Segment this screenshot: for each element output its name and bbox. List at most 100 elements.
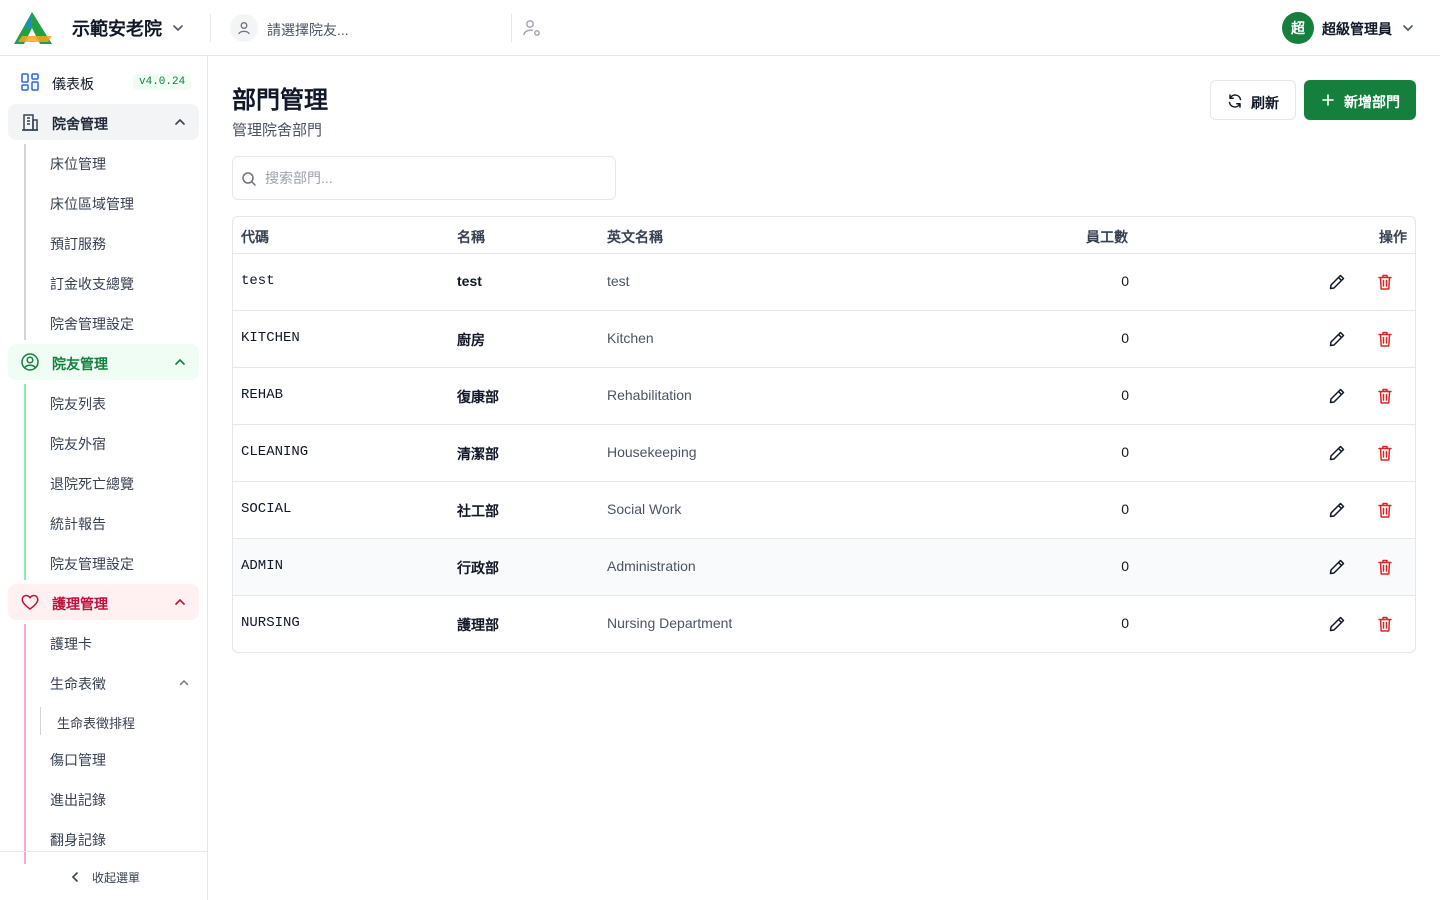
sidebar-group-residents[interactable]: 院友管理 xyxy=(8,344,199,380)
sidebar-item-resident-outing[interactable]: 院友外宿 xyxy=(50,434,106,454)
logo-icon xyxy=(14,12,52,44)
edit-icon[interactable] xyxy=(1327,500,1347,520)
group-line xyxy=(24,144,26,340)
edit-icon[interactable] xyxy=(1327,272,1347,292)
sidebar-item-bed-management[interactable]: 床位管理 xyxy=(50,154,106,174)
column-header-name: 名稱 xyxy=(457,229,485,245)
sidebar-item-care-card[interactable]: 護理卡 xyxy=(50,634,92,654)
sidebar-item-dashboard[interactable]: 儀表板 v4.0.24 xyxy=(8,64,199,100)
cell-staff-count: 0 xyxy=(1121,330,1129,346)
cell-english-name: test xyxy=(607,273,630,289)
collapse-label: 收起選單 xyxy=(92,871,141,885)
cell-name: 社工部 xyxy=(457,503,499,519)
cell-name: 復康部 xyxy=(457,389,499,405)
user-circle-icon xyxy=(21,353,39,371)
table-header: 代碼 名稱 英文名稱 員工數 操作 xyxy=(233,217,1415,254)
edit-icon[interactable] xyxy=(1327,329,1347,349)
delete-icon[interactable] xyxy=(1375,386,1395,406)
sidebar-item-deposit[interactable]: 訂金收支總覽 xyxy=(50,274,134,294)
cell-staff-count: 0 xyxy=(1121,444,1129,460)
chevron-up-icon xyxy=(175,598,185,605)
column-header-staff-count: 員工數 xyxy=(1086,229,1128,245)
cell-code: CLEANING xyxy=(241,444,309,460)
cell-code: SOCIAL xyxy=(241,501,292,517)
chevron-down-icon[interactable] xyxy=(171,21,185,35)
group-line xyxy=(24,624,26,864)
table-row[interactable]: REHAB 復康部 Rehabilitation 0 xyxy=(233,368,1415,425)
sidebar-item-turning[interactable]: 翻身記錄 xyxy=(50,830,106,850)
edit-icon[interactable] xyxy=(1327,614,1347,634)
table-row[interactable]: SOCIAL 社工部 Social Work 0 xyxy=(233,482,1415,539)
cell-code: REHAB xyxy=(241,387,284,403)
delete-icon[interactable] xyxy=(1375,614,1395,634)
building-icon xyxy=(22,114,38,131)
table-row[interactable]: test test test 0 xyxy=(233,254,1415,311)
org-name[interactable]: 示範安老院 xyxy=(72,15,162,41)
chevron-down-icon[interactable] xyxy=(1401,21,1415,35)
resident-select-placeholder: 請選擇院友... xyxy=(267,22,349,38)
sidebar: 儀表板 v4.0.24 院舍管理 床位管理 床位區域管理 預訂服務 訂金收支總覽… xyxy=(0,56,208,900)
sidebar-item-resident-settings[interactable]: 院友管理設定 xyxy=(50,554,134,574)
dashboard-icon xyxy=(21,73,39,91)
user-settings-icon[interactable] xyxy=(522,18,542,38)
cell-english-name: Administration xyxy=(607,558,696,574)
delete-icon[interactable] xyxy=(1375,443,1395,463)
cell-english-name: Nursing Department xyxy=(607,615,733,631)
chevron-left-icon xyxy=(71,872,78,882)
edit-icon[interactable] xyxy=(1327,443,1347,463)
edit-icon[interactable] xyxy=(1327,386,1347,406)
divider xyxy=(210,14,211,42)
sidebar-item-label: 生命表徵 xyxy=(50,676,106,692)
page-title: 部門管理 xyxy=(232,87,328,114)
column-header-code: 代碼 xyxy=(241,229,269,245)
sidebar-item-facility-settings[interactable]: 院舍管理設定 xyxy=(50,314,134,334)
sidebar-item-discharge[interactable]: 退院死亡總覽 xyxy=(50,474,134,494)
cell-name: 廚房 xyxy=(457,332,485,348)
delete-icon[interactable] xyxy=(1375,557,1395,577)
sidebar-item-bed-area[interactable]: 床位區域管理 xyxy=(50,194,134,214)
top-bar: 示範安老院 請選擇院友... 超 超級管理員 xyxy=(0,0,1440,56)
sidebar-item-label: 儀表板 xyxy=(52,76,94,92)
resident-select[interactable]: 請選擇院友... xyxy=(230,13,510,43)
edit-icon[interactable] xyxy=(1327,557,1347,577)
cell-code: ADMIN xyxy=(241,558,284,574)
user-name[interactable]: 超級管理員 xyxy=(1322,19,1392,39)
table-row[interactable]: CLEANING 清潔部 Housekeeping 0 xyxy=(233,425,1415,482)
cell-english-name: Housekeeping xyxy=(607,444,697,460)
cell-name: 清潔部 xyxy=(457,446,499,462)
sidebar-item-wound[interactable]: 傷口管理 xyxy=(50,750,106,770)
refresh-label: 刷新 xyxy=(1251,95,1279,111)
group-line xyxy=(24,384,26,580)
cell-name: 護理部 xyxy=(457,617,499,633)
delete-icon[interactable] xyxy=(1375,329,1395,349)
refresh-icon xyxy=(1228,94,1242,108)
delete-icon[interactable] xyxy=(1375,272,1395,292)
table-row[interactable]: NURSING 護理部 Nursing Department 0 xyxy=(233,596,1415,652)
cell-english-name: Social Work xyxy=(607,501,682,517)
chevron-up-icon xyxy=(175,358,185,365)
sidebar-item-booking[interactable]: 預訂服務 xyxy=(50,234,106,254)
avatar[interactable]: 超 xyxy=(1282,12,1314,44)
search-box[interactable] xyxy=(232,156,616,200)
table-row[interactable]: KITCHEN 廚房 Kitchen 0 xyxy=(233,311,1415,368)
delete-icon[interactable] xyxy=(1375,500,1395,520)
sidebar-item-vital-schedule[interactable]: 生命表徵排程 xyxy=(57,713,135,732)
sidebar-item-resident-list[interactable]: 院友列表 xyxy=(50,394,106,414)
divider xyxy=(511,14,512,42)
search-input[interactable] xyxy=(265,167,605,189)
version-badge: v4.0.24 xyxy=(133,74,192,90)
sidebar-item-stats-report[interactable]: 統計報告 xyxy=(50,514,106,534)
cell-english-name: Rehabilitation xyxy=(607,387,692,403)
sidebar-group-label: 護理管理 xyxy=(52,596,108,612)
sidebar-group-nursing[interactable]: 護理管理 xyxy=(8,584,199,620)
table-row[interactable]: ADMIN 行政部 Administration 0 xyxy=(233,539,1415,596)
refresh-button[interactable]: 刷新 xyxy=(1210,80,1296,120)
sidebar-group-facility[interactable]: 院舍管理 xyxy=(8,104,199,140)
cell-english-name: Kitchen xyxy=(607,330,654,346)
cell-name: test xyxy=(457,273,482,289)
sidebar-item-in-out[interactable]: 進出記錄 xyxy=(50,790,106,810)
cell-staff-count: 0 xyxy=(1121,615,1129,631)
sidebar-item-vital-signs[interactable]: 生命表徵 xyxy=(50,674,190,694)
add-department-button[interactable]: 新增部門 xyxy=(1304,80,1416,120)
cell-code: KITCHEN xyxy=(241,330,300,346)
